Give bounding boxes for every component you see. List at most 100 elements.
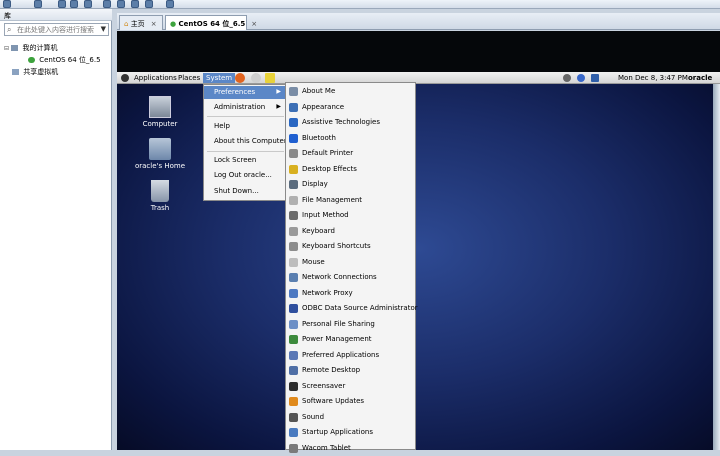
- menu-item-file-management[interactable]: File Management: [286, 193, 415, 208]
- fullscreen-icon[interactable]: [117, 0, 125, 8]
- collapse-icon[interactable]: ⊟: [4, 45, 9, 52]
- gnome-top-panel: Applications Places System Mon Dec 8, 3:…: [117, 72, 720, 84]
- manage-snapshots-icon[interactable]: [84, 0, 92, 8]
- menu-item-appearance[interactable]: Appearance: [286, 100, 415, 115]
- system-menu[interactable]: System: [203, 73, 236, 83]
- menu-item-network-proxy[interactable]: Network Proxy: [286, 286, 415, 301]
- menu-item-lock-screen[interactable]: Lock Screen: [204, 154, 285, 167]
- desktop-icon-home[interactable]: oracle's Home: [125, 138, 195, 170]
- notes-icon[interactable]: [265, 73, 275, 83]
- email-icon[interactable]: [251, 73, 261, 83]
- applications-menu[interactable]: Applications: [131, 73, 180, 83]
- menu-item-input-method[interactable]: Input Method: [286, 208, 415, 223]
- library-toggle-icon[interactable]: [34, 0, 42, 8]
- user-menu[interactable]: oracle: [685, 73, 715, 83]
- system-dropdown-menu: Preferences ▶ Administration ▶ Help About …: [203, 84, 287, 201]
- vm-screen-top-border: [117, 31, 720, 72]
- software-updates-icon: [289, 397, 298, 406]
- firefox-icon[interactable]: [235, 73, 245, 83]
- menu-item-administration[interactable]: Administration ▶: [204, 101, 285, 114]
- revert-snapshot-icon[interactable]: [70, 0, 78, 8]
- menu-item-sound[interactable]: Sound: [286, 410, 415, 425]
- library-panel: 库 ✕ ⌕ ▼ ⊟ 我的计算机 CentOS 64 位_6.5 共享虚拟机: [0, 9, 112, 450]
- trash-icon: [151, 180, 169, 202]
- view-console-icon[interactable]: [103, 0, 111, 8]
- menu-item-log-out[interactable]: Log Out oracle...: [204, 169, 285, 182]
- menu-item-bluetooth[interactable]: Bluetooth: [286, 131, 415, 146]
- menu-separator: [207, 151, 284, 152]
- menu-item-shut-down[interactable]: Shut Down...: [204, 185, 285, 198]
- menu-item-default-printer[interactable]: Default Printer: [286, 146, 415, 161]
- wacom-tablet-icon: [289, 443, 298, 453]
- network-icon[interactable]: [591, 74, 599, 82]
- menu-item-startup-applications[interactable]: Startup Applications: [286, 425, 415, 440]
- menu-item-personal-file-sharing[interactable]: Personal File Sharing: [286, 317, 415, 332]
- library-search[interactable]: ⌕ ▼: [4, 23, 109, 36]
- close-tab-icon[interactable]: ×: [251, 20, 257, 28]
- menu-item-software-updates[interactable]: Software Updates: [286, 394, 415, 409]
- preferred-applications-icon: [289, 350, 298, 360]
- menu-item-remote-desktop[interactable]: Remote Desktop: [286, 363, 415, 378]
- network-proxy-icon: [289, 288, 298, 298]
- home-icon: ⌂: [124, 20, 129, 28]
- menu-separator: [207, 116, 284, 117]
- desktop-icon-trash[interactable]: Trash: [125, 180, 195, 212]
- places-menu[interactable]: Places: [175, 73, 203, 83]
- power-management-icon: [289, 335, 298, 344]
- bluetooth-icon[interactable]: [577, 74, 585, 82]
- menu-item-assistive-technologies[interactable]: Assistive Technologies: [286, 115, 415, 130]
- input-method-icon: [289, 211, 298, 220]
- close-tab-icon[interactable]: ×: [151, 20, 157, 28]
- tab-centos[interactable]: ● CentOS 64 位_6.5 ×: [165, 15, 257, 30]
- clock[interactable]: Mon Dec 8, 3:47 PM: [615, 73, 691, 83]
- menu-item-wacom-tablet[interactable]: Wacom Tablet: [286, 441, 415, 456]
- appearance-icon: [289, 102, 298, 112]
- odbc-data-source-administrator-icon: [289, 304, 298, 313]
- sound-icon: [289, 412, 298, 422]
- menu-item-keyboard[interactable]: Keyboard: [286, 224, 415, 239]
- thumbnail-icon[interactable]: [145, 0, 153, 8]
- chevron-down-icon[interactable]: ▼: [101, 25, 106, 33]
- computer-icon: [149, 96, 171, 118]
- close-icon[interactable]: ✕: [4, 11, 109, 19]
- desktop-effects-icon: [289, 164, 298, 174]
- desktop-icon-computer[interactable]: Computer: [125, 96, 195, 128]
- mouse-icon: [289, 257, 298, 267]
- menu-item-about-me[interactable]: About Me: [286, 84, 415, 99]
- menu-item-preferred-applications[interactable]: Preferred Applications: [286, 348, 415, 363]
- tree-item-shared-vms[interactable]: 共享虚拟机: [12, 67, 58, 77]
- menu-item-power-management[interactable]: Power Management: [286, 332, 415, 347]
- menu-item-network-connections[interactable]: Network Connections: [286, 270, 415, 285]
- assistive-technologies-icon: [289, 118, 298, 127]
- tab-home[interactable]: ⌂ 主页 ×: [119, 15, 163, 30]
- menu-item-keyboard-shortcuts[interactable]: Keyboard Shortcuts: [286, 239, 415, 254]
- menu-item-help[interactable]: Help: [204, 120, 285, 133]
- personal-file-sharing-icon: [289, 319, 298, 329]
- search-icon: ⌕: [7, 25, 12, 34]
- tree-item-centos-vm[interactable]: CentOS 64 位_6.5: [28, 55, 101, 65]
- unity-icon[interactable]: [131, 0, 139, 8]
- menu-item-display[interactable]: Display: [286, 177, 415, 192]
- about-me-icon: [289, 87, 298, 96]
- screensaver-icon: [289, 381, 298, 391]
- menu-item-mouse[interactable]: Mouse: [286, 255, 415, 270]
- tab-bar: ⌂ 主页 × ● CentOS 64 位_6.5 ×: [117, 13, 720, 30]
- shared-vm-icon: [12, 69, 19, 75]
- menu-item-about[interactable]: About this Computer: [204, 135, 287, 148]
- vm-running-icon: ●: [170, 20, 177, 28]
- remote-desktop-icon: [289, 366, 298, 375]
- submenu-arrow-icon: ▶: [276, 103, 281, 110]
- network-connections-icon: [289, 273, 298, 282]
- menu-item-odbc-data-source-administrator[interactable]: ODBC Data Source Administrator: [286, 301, 418, 316]
- menu-item-desktop-effects[interactable]: Desktop Effects: [286, 162, 415, 177]
- computer-icon: [11, 45, 19, 51]
- search-input[interactable]: [17, 25, 97, 35]
- power-dropdown-button[interactable]: [3, 0, 11, 8]
- volume-icon[interactable]: [563, 74, 571, 82]
- menu-item-screensaver[interactable]: Screensaver: [286, 379, 415, 394]
- tree-item-my-computer[interactable]: ⊟ 我的计算机: [4, 43, 58, 53]
- console-view-icon[interactable]: [166, 0, 174, 8]
- submenu-arrow-icon: ▶: [276, 88, 281, 95]
- menu-item-preferences[interactable]: Preferences ▶: [204, 86, 285, 99]
- snapshot-icon[interactable]: [58, 0, 66, 8]
